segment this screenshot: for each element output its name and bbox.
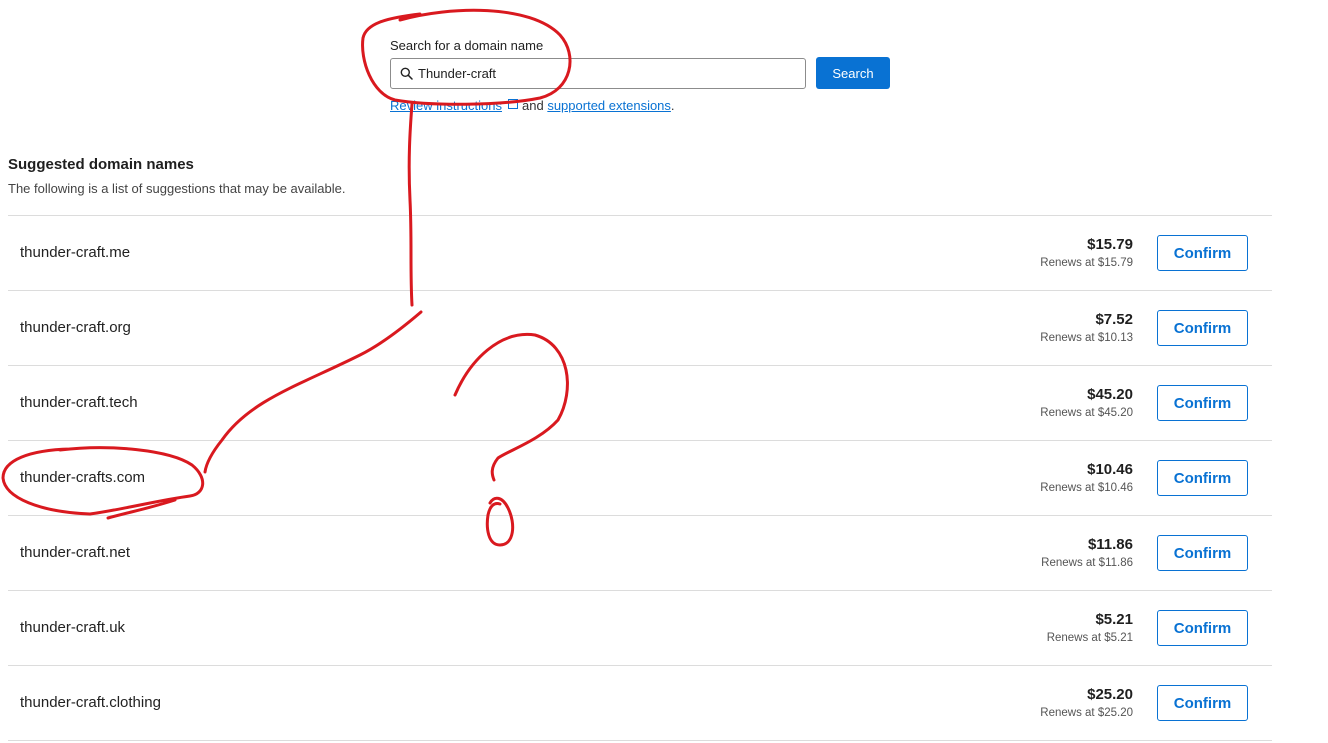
price-block: $15.79 Renews at $15.79: [1040, 236, 1133, 269]
confirm-button[interactable]: Confirm: [1157, 610, 1248, 646]
confirm-button[interactable]: Confirm: [1157, 535, 1248, 571]
confirm-button[interactable]: Confirm: [1157, 460, 1248, 496]
domain-name: thunder-craft.org: [20, 319, 131, 336]
renewal-price: Renews at $10.46: [1040, 482, 1133, 494]
confirm-button[interactable]: Confirm: [1157, 310, 1248, 346]
review-instructions-link[interactable]: Review instructions: [390, 98, 502, 113]
search-input-box[interactable]: [390, 58, 806, 89]
help-text: Review instructions and supported extensi…: [390, 98, 806, 113]
price-block: $7.52 Renews at $10.13: [1040, 311, 1133, 344]
price: $25.20: [1087, 686, 1133, 703]
domain-name: thunder-craft.tech: [20, 394, 138, 411]
domain-name: thunder-crafts.com: [20, 469, 146, 486]
domain-search-input[interactable]: [418, 66, 788, 81]
domain-name: thunder-craft.me: [20, 244, 131, 261]
confirm-button[interactable]: Confirm: [1157, 385, 1248, 421]
price: $15.79: [1087, 236, 1133, 253]
suggestions-list: thunder-craft.me $15.79 Renews at $15.79…: [8, 215, 1272, 741]
confirm-button[interactable]: Confirm: [1157, 685, 1248, 721]
price: $7.52: [1095, 311, 1133, 328]
suggestions-description: The following is a list of suggestions t…: [8, 181, 346, 196]
price-block: $10.46 Renews at $10.46: [1040, 461, 1133, 494]
renewal-price: Renews at $45.20: [1040, 407, 1133, 419]
price: $45.20: [1087, 386, 1133, 403]
renewal-price: Renews at $10.13: [1040, 332, 1133, 344]
renewal-price: Renews at $15.79: [1040, 257, 1133, 269]
renewal-price: Renews at $5.21: [1046, 632, 1133, 644]
search-button[interactable]: Search: [816, 57, 890, 89]
list-item: thunder-craft.uk $5.21 Renews at $5.21 C…: [8, 591, 1272, 666]
price-block: $25.20 Renews at $25.20: [1040, 686, 1133, 719]
list-item: thunder-craft.org $7.52 Renews at $10.13…: [8, 291, 1272, 366]
search-row: [390, 58, 806, 89]
price: $10.46: [1087, 461, 1133, 478]
price-block: $11.86 Renews at $11.86: [1041, 536, 1133, 569]
list-item: thunder-craft.me $15.79 Renews at $15.79…: [8, 216, 1272, 291]
search-label: Search for a domain name: [390, 38, 544, 53]
search-icon: [400, 67, 413, 80]
list-item: thunder-craft.clothing $25.20 Renews at …: [8, 666, 1272, 741]
price: $11.86: [1087, 536, 1133, 553]
price-block: $5.21 Renews at $5.21: [1047, 611, 1133, 644]
suggestions-title: Suggested domain names: [8, 156, 194, 173]
external-link-icon: [508, 99, 518, 109]
list-item: thunder-craft.net $11.86 Renews at $11.8…: [8, 516, 1272, 591]
price: $5.21: [1095, 611, 1133, 628]
list-item: thunder-craft.tech $45.20 Renews at $45.…: [8, 366, 1272, 441]
domain-search-page: Search for a domain name Search Review i…: [0, 0, 1328, 743]
domain-name: thunder-craft.clothing: [20, 694, 161, 711]
domain-name: thunder-craft.uk: [20, 619, 126, 636]
confirm-button[interactable]: Confirm: [1157, 235, 1248, 271]
help-period: .: [670, 98, 675, 113]
price-block: $45.20 Renews at $45.20: [1040, 386, 1133, 419]
help-connector: and: [522, 98, 544, 113]
renewal-price: Renews at $11.86: [1041, 557, 1133, 569]
supported-extensions-link[interactable]: supported extensions: [547, 98, 671, 113]
domain-search-section: Search for a domain name Search Review i…: [390, 38, 890, 113]
domain-name: thunder-craft.net: [20, 544, 131, 561]
suggestions-header: Suggested domain names The following is …: [8, 156, 345, 196]
renewal-price: Renews at $25.20: [1040, 707, 1133, 719]
list-item: thunder-crafts.com $10.46 Renews at $10.…: [8, 441, 1272, 516]
